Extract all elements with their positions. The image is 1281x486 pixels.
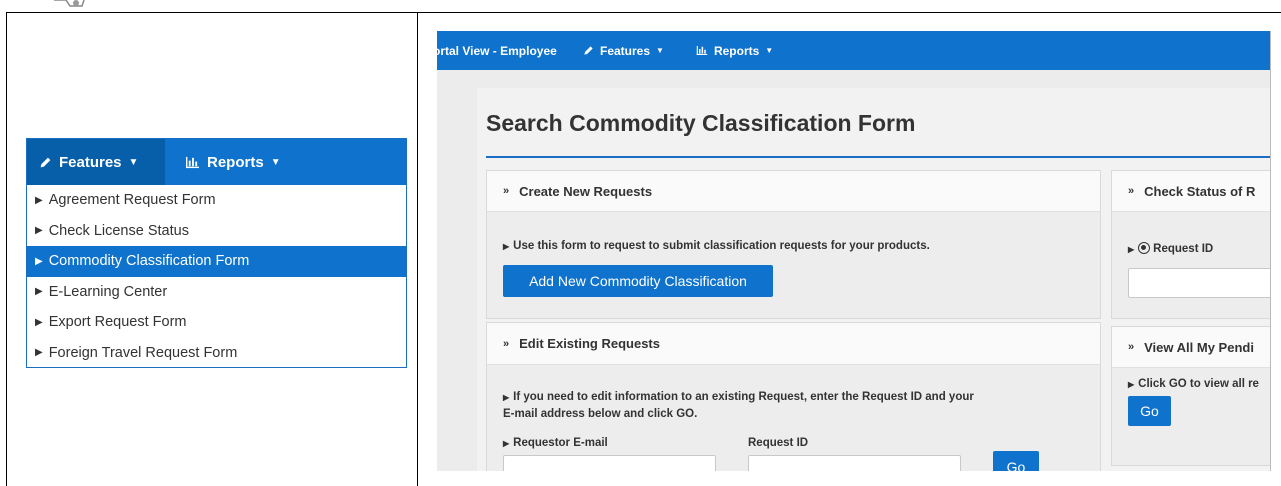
edit-requests-card: » Edit Existing Requests ▶ If you need to… xyxy=(486,322,1101,471)
triangle-right-icon: ▶ xyxy=(35,225,43,237)
radio-selected-icon[interactable] xyxy=(1138,242,1151,254)
double-chevron-down-icon: » xyxy=(503,185,510,197)
column-divider xyxy=(417,12,418,486)
menu-item-label: Foreign Travel Request Form xyxy=(48,344,238,361)
pencil-icon xyxy=(40,157,51,167)
menu-bar: Features ▼ Reports ▼ xyxy=(27,139,406,185)
double-chevron-down-icon: » xyxy=(1128,341,1135,353)
triangle-right-icon: ▶ xyxy=(503,242,510,251)
triangle-right-icon: ▶ xyxy=(35,347,43,359)
pencil-icon xyxy=(584,46,593,55)
menu-item-commodity-classification[interactable]: ▶ Commodity Classification Form xyxy=(27,246,406,277)
features-menu-button[interactable]: Features ▼ xyxy=(27,139,165,185)
pending-requests-body: ▶ Click GO to view all re Go xyxy=(1112,368,1270,465)
menu-list: ▶ Agreement Request Form ▶ Check License S… xyxy=(27,185,406,368)
menu-item-foreign-travel[interactable]: ▶ Foreign Travel Request Form xyxy=(27,338,406,368)
menu-item-agreement-request[interactable]: ▶ Agreement Request Form xyxy=(27,185,406,216)
menu-item-label: Agreement Request Form xyxy=(48,192,216,209)
portal-reports-label: Reports xyxy=(713,43,760,58)
edit-requests-header[interactable]: » Edit Existing Requests xyxy=(487,323,1100,365)
create-note-text: Use this form to request to submit class… xyxy=(513,240,930,252)
portal-reports-menu[interactable]: Reports ▼ xyxy=(696,44,773,58)
pending-requests-heading: View All My Pendi xyxy=(1144,339,1254,355)
edit-requests-heading: Edit Existing Requests xyxy=(519,336,660,351)
portal-brand[interactable]: ortal View - Employee xyxy=(437,44,583,58)
triangle-right-icon: ▶ xyxy=(35,255,43,267)
menu-item-label: E-Learning Center xyxy=(48,283,168,300)
check-status-body: ▶ Request ID xyxy=(1112,212,1270,318)
triangle-right-icon: ▶ xyxy=(503,393,510,402)
pending-note: ▶ Click GO to view all re xyxy=(1128,376,1259,393)
bar-chart-icon xyxy=(186,156,199,168)
request-id-field[interactable] xyxy=(748,455,961,471)
caret-down-icon: ▼ xyxy=(270,156,281,168)
reports-label: Reports xyxy=(207,153,264,171)
check-status-card: » Check Status of R ▶ Request ID xyxy=(1111,170,1270,319)
edit-requests-body: ▶ If you need to edit information to an e… xyxy=(487,365,1100,471)
create-requests-card: » Create New Requests ▶ Use this form to … xyxy=(486,170,1101,319)
edit-note-line1: If you need to edit information to an ex… xyxy=(513,391,974,403)
double-chevron-down-icon: » xyxy=(1128,185,1135,197)
request-id-label: Request ID xyxy=(748,437,809,449)
portal-features-menu[interactable]: Features ▼ xyxy=(583,44,664,58)
check-status-header[interactable]: » Check Status of R xyxy=(1112,171,1270,212)
double-chevron-down-icon: » xyxy=(503,337,510,350)
request-id-radio-option[interactable]: ▶ Request ID xyxy=(1128,242,1213,255)
email-label-text: Requestor E-mail xyxy=(513,437,608,449)
bar-chart-icon xyxy=(696,46,708,55)
page-title: Search Commodity Classification Form xyxy=(486,110,916,136)
features-label: Features xyxy=(59,153,122,171)
triangle-right-icon: ▶ xyxy=(35,286,43,298)
portal-screenshot: ortal View - Employee Features ▼ Reports… xyxy=(437,31,1271,471)
add-commodity-classification-button[interactable]: Add New Commodity Classification xyxy=(503,265,773,297)
logo-icon xyxy=(54,0,85,7)
triangle-right-icon: ▶ xyxy=(503,439,510,448)
reports-menu-button[interactable]: Reports ▼ xyxy=(165,139,295,185)
edit-requests-note: ▶ If you need to edit information to an e… xyxy=(503,389,1093,422)
triangle-right-icon: ▶ xyxy=(35,194,43,206)
portal-navbar: ortal View - Employee Features ▼ Reports… xyxy=(437,31,1270,70)
menu-item-check-license[interactable]: ▶ Check License Status xyxy=(27,216,406,247)
pending-requests-card: » View All My Pendi ▶ Click GO to view al… xyxy=(1111,326,1270,466)
pending-requests-header[interactable]: » View All My Pendi xyxy=(1112,327,1270,368)
menu-item-e-learning[interactable]: ▶ E-Learning Center xyxy=(27,277,406,308)
edit-go-button[interactable]: Go xyxy=(993,451,1039,471)
pending-go-button[interactable]: Go xyxy=(1128,396,1171,426)
caret-down-icon: ▼ xyxy=(128,156,139,168)
triangle-right-icon: ▶ xyxy=(35,316,43,328)
requestor-email-label: ▶ Requestor E-mail xyxy=(503,437,608,449)
check-status-heading: Check Status of R xyxy=(1144,183,1256,199)
caret-down-icon: ▼ xyxy=(765,46,774,55)
title-divider xyxy=(486,156,1270,158)
portal-features-label: Features xyxy=(600,43,651,58)
features-dropdown-menu: Features ▼ Reports ▼ ▶ Agreement Request … xyxy=(26,138,407,368)
triangle-right-icon: ▶ xyxy=(1128,380,1135,389)
menu-item-export-request[interactable]: ▶ Export Request Form xyxy=(27,307,406,338)
menu-item-label: Check License Status xyxy=(48,222,189,239)
menu-item-label: Export Request Form xyxy=(48,314,187,331)
caret-down-icon: ▼ xyxy=(656,46,664,55)
portal-content: Search Commodity Classification Form » C… xyxy=(477,88,1270,471)
create-requests-body: ▶ Use this form to request to submit clas… xyxy=(487,212,1100,318)
create-requests-note: ▶ Use this form to request to submit clas… xyxy=(503,238,930,255)
edit-note-line2: E-mail address below and click GO. xyxy=(503,408,698,420)
create-requests-heading: Create New Requests xyxy=(519,183,653,199)
create-requests-header[interactable]: » Create New Requests xyxy=(487,171,1100,212)
menu-item-label: Commodity Classification Form xyxy=(48,253,250,270)
radio-label: Request ID xyxy=(1153,243,1214,255)
status-request-id-field[interactable] xyxy=(1128,268,1270,298)
pending-note-text: Click GO to view all re xyxy=(1138,378,1259,390)
triangle-right-icon: ▶ xyxy=(1128,245,1135,254)
requestor-email-field[interactable] xyxy=(503,455,716,471)
